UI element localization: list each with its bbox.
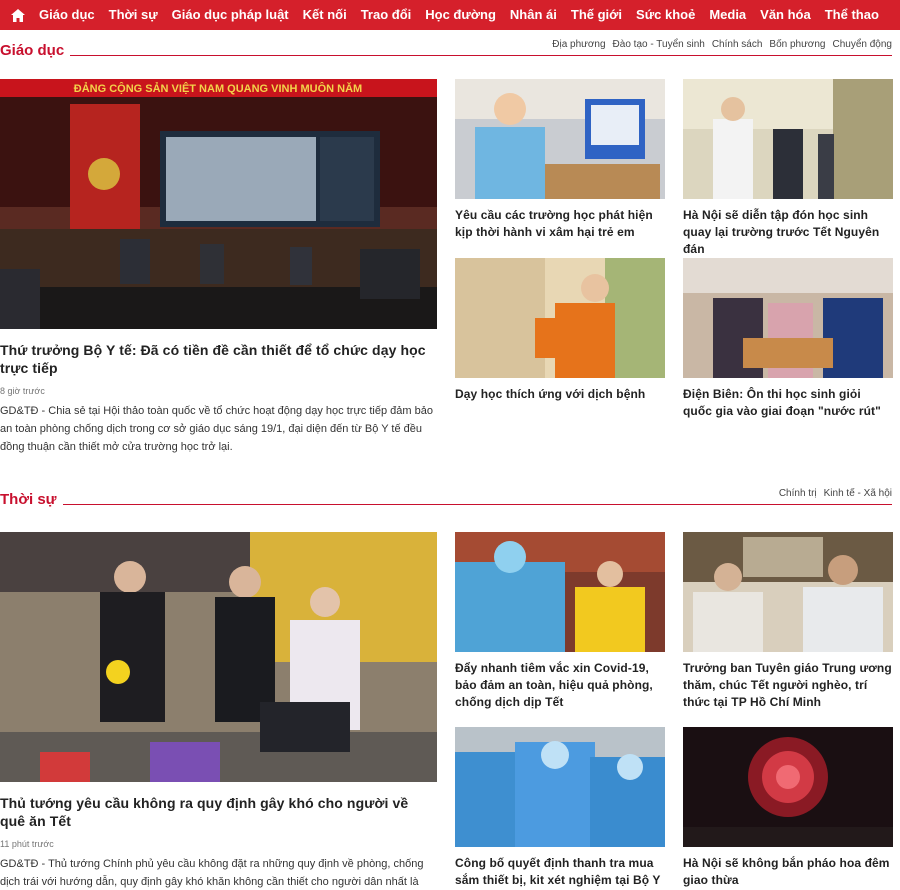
subcat-chinh-tri[interactable]: Chính trị xyxy=(772,488,817,499)
top-navigation: Giáo dục Thời sự Giáo dục pháp luật Kết … xyxy=(0,0,900,30)
featured-article-time: 8 giờ trước xyxy=(0,386,45,396)
article-title[interactable]: Điện Biên: Ôn thi học sinh giỏi quốc gia… xyxy=(683,386,893,420)
nav-item-thoi-su[interactable]: Thời sự xyxy=(102,0,165,30)
featured-article-summary: GD&TĐ - Thủ tướng Chính phủ yêu cầu khôn… xyxy=(0,858,424,888)
article-title[interactable]: Công bố quyết định thanh tra mua sắm thi… xyxy=(455,855,665,890)
article-card[interactable]: Điện Biên: Ôn thi học sinh giỏi quốc gia… xyxy=(683,258,893,420)
section-header-thoi-su: Thời sự Chính trị Kinh tế - Xã hội xyxy=(0,479,900,511)
featured-article-image[interactable]: ĐẢNG CỘNG SẢN VIỆT NAM QUANG VINH MUÔN N… xyxy=(0,79,437,329)
article-card[interactable]: Dạy học thích ứng với dịch bệnh xyxy=(455,258,665,403)
article-card[interactable]: Trưởng ban Tuyên giáo Trung ương thăm, c… xyxy=(683,532,893,711)
section-divider xyxy=(0,55,892,56)
article-image[interactable] xyxy=(455,727,665,847)
subcat-bon-phuong[interactable]: Bốn phương xyxy=(762,39,825,50)
nav-item-ket-noi[interactable]: Kết nối xyxy=(296,0,354,30)
article-card[interactable]: Công bố quyết định thanh tra mua sắm thi… xyxy=(455,727,665,890)
article-title[interactable]: Trưởng ban Tuyên giáo Trung ương thăm, c… xyxy=(683,660,893,711)
section-subcategories: Chính trị Kinh tế - Xã hội xyxy=(771,488,892,499)
nav-item-hoc-duong[interactable]: Học đường xyxy=(418,0,503,30)
featured-article-title[interactable]: Thứ trưởng Bộ Y tế: Đã có tiền đề cần th… xyxy=(0,341,437,377)
nav-item-giao-duc[interactable]: Giáo dục xyxy=(32,0,102,30)
article-title[interactable]: Hà Nội sẽ không bắn pháo hoa đêm giao th… xyxy=(683,855,893,889)
thoi-su-grid: Thủ tướng yêu cầu không ra quy định gây … xyxy=(0,532,900,890)
section-title[interactable]: Giáo dục xyxy=(0,42,71,59)
nav-item-van-hoa[interactable]: Văn hóa xyxy=(753,0,818,30)
article-title[interactable]: Dạy học thích ứng với dịch bệnh xyxy=(455,386,665,403)
article-image[interactable] xyxy=(455,79,665,199)
giao-duc-grid: ĐẢNG CỘNG SẢN VIỆT NAM QUANG VINH MUÔN N… xyxy=(0,79,900,479)
nav-item-suc-khoe[interactable]: Sức khoẻ xyxy=(629,0,702,30)
featured-article-title[interactable]: Thủ tướng yêu cầu không ra quy định gây … xyxy=(0,794,437,830)
section-title[interactable]: Thời sự xyxy=(0,491,63,508)
article-image[interactable] xyxy=(683,727,893,847)
subcat-dao-tao-tuyen-sinh[interactable]: Đào tạo - Tuyển sinh xyxy=(606,39,705,50)
section-subcategories: Địa phương Đào tạo - Tuyển sinh Chính sá… xyxy=(545,39,892,50)
subcat-dia-phuong[interactable]: Địa phương xyxy=(545,39,605,50)
article-image[interactable] xyxy=(455,258,665,378)
nav-item-nhan-ai[interactable]: Nhân ái xyxy=(503,0,564,30)
subcat-kinh-te-xa-hoi[interactable]: Kinh tế - Xã hội xyxy=(817,488,892,499)
featured-article[interactable]: ĐẢNG CỘNG SẢN VIỆT NAM QUANG VINH MUÔN N… xyxy=(0,79,437,456)
article-image[interactable] xyxy=(683,79,893,199)
article-image[interactable] xyxy=(683,258,893,378)
nav-item-media[interactable]: Media xyxy=(702,0,753,30)
featured-article[interactable]: Thủ tướng yêu cầu không ra quy định gây … xyxy=(0,532,437,890)
featured-article-summary: GD&TĐ - Chia sẻ tại Hội thảo toàn quốc v… xyxy=(0,405,433,453)
home-icon[interactable] xyxy=(4,0,32,30)
section-divider xyxy=(0,504,892,505)
featured-article-time: 11 phút trước xyxy=(0,839,54,849)
subcat-chinh-sach[interactable]: Chính sách xyxy=(705,39,763,50)
article-image[interactable] xyxy=(683,532,893,652)
nav-item-trao-doi[interactable]: Trao đổi xyxy=(354,0,419,30)
article-title[interactable]: Yêu cầu các trường học phát hiện kịp thờ… xyxy=(455,207,665,241)
article-card[interactable]: Hà Nội sẽ diễn tập đón học sinh quay lại… xyxy=(683,79,893,258)
article-card[interactable]: Hà Nội sẽ không bắn pháo hoa đêm giao th… xyxy=(683,727,893,889)
subcat-chuyen-dong[interactable]: Chuyển động xyxy=(826,39,893,50)
article-title[interactable]: Đẩy nhanh tiêm vắc xin Covid-19, bảo đảm… xyxy=(455,660,665,711)
featured-article-image[interactable] xyxy=(0,532,437,782)
article-image[interactable] xyxy=(455,532,665,652)
article-card[interactable]: Đẩy nhanh tiêm vắc xin Covid-19, bảo đảm… xyxy=(455,532,665,711)
nav-item-giao-duc-phap-luat[interactable]: Giáo dục pháp luật xyxy=(165,0,296,30)
section-header-giao-duc: Giáo dục Địa phương Đào tạo - Tuyển sinh… xyxy=(0,30,900,62)
meeting-banner-text: ĐẢNG CỘNG SẢN VIỆT NAM QUANG VINH MUÔN N… xyxy=(74,82,362,95)
nav-item-the-gioi[interactable]: Thế giới xyxy=(564,0,629,30)
article-title[interactable]: Hà Nội sẽ diễn tập đón học sinh quay lại… xyxy=(683,207,893,258)
nav-item-the-thao[interactable]: Thể thao xyxy=(818,0,886,30)
article-card[interactable]: Yêu cầu các trường học phát hiện kịp thờ… xyxy=(455,79,665,241)
